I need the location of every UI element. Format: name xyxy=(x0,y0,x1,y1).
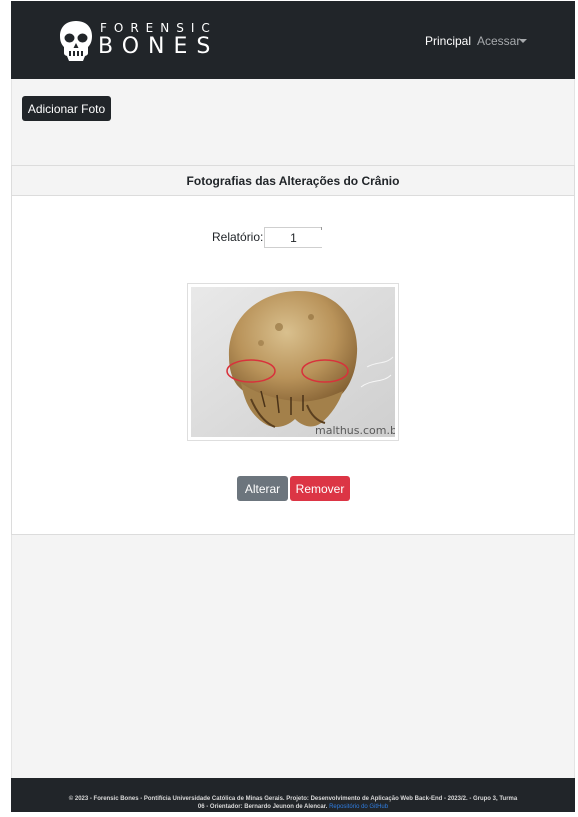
brand-name-top: FORENSIC xyxy=(100,21,217,35)
brand-logo[interactable]: FORENSIC BONES xyxy=(58,19,210,63)
skull-icon xyxy=(60,21,92,61)
skull-photo-image: malthus.com.br xyxy=(191,287,395,437)
footer: © 2023 - Forensic Bones - Pontifícia Uni… xyxy=(11,778,575,812)
chevron-down-icon[interactable] xyxy=(519,39,527,43)
footer-text: © 2023 - Forensic Bones - Pontifícia Uni… xyxy=(11,795,575,811)
brand-name-bottom: BONES xyxy=(98,34,220,59)
navbar: FORENSIC BONES Principal Acessar xyxy=(11,1,575,79)
input-edge-mark xyxy=(321,227,322,230)
nav-principal-link[interactable]: Principal xyxy=(425,33,471,49)
github-link[interactable]: Repositório do GitHub xyxy=(329,804,388,810)
card-title: Fotografias das Alterações do Crânio xyxy=(12,166,574,196)
remove-button[interactable]: Remover xyxy=(290,476,350,501)
photo-card: Fotografias das Alterações do Crânio Rel… xyxy=(11,165,575,535)
relatorio-input[interactable] xyxy=(264,227,322,248)
skull-photo[interactable]: malthus.com.br xyxy=(187,283,399,441)
relatorio-label: Relatório: xyxy=(212,230,264,244)
add-photo-button[interactable]: Adicionar Foto xyxy=(22,96,111,121)
footer-line1: © 2023 - Forensic Bones - Pontifícia Uni… xyxy=(68,796,518,802)
photo-watermark: malthus.com.br xyxy=(315,424,395,437)
alter-button[interactable]: Alterar xyxy=(237,476,288,501)
nav-acessar-dropdown[interactable]: Acessar xyxy=(477,33,520,49)
footer-line2: 06 - Orientador: Bernardo Jeunon de Alen… xyxy=(197,804,328,810)
